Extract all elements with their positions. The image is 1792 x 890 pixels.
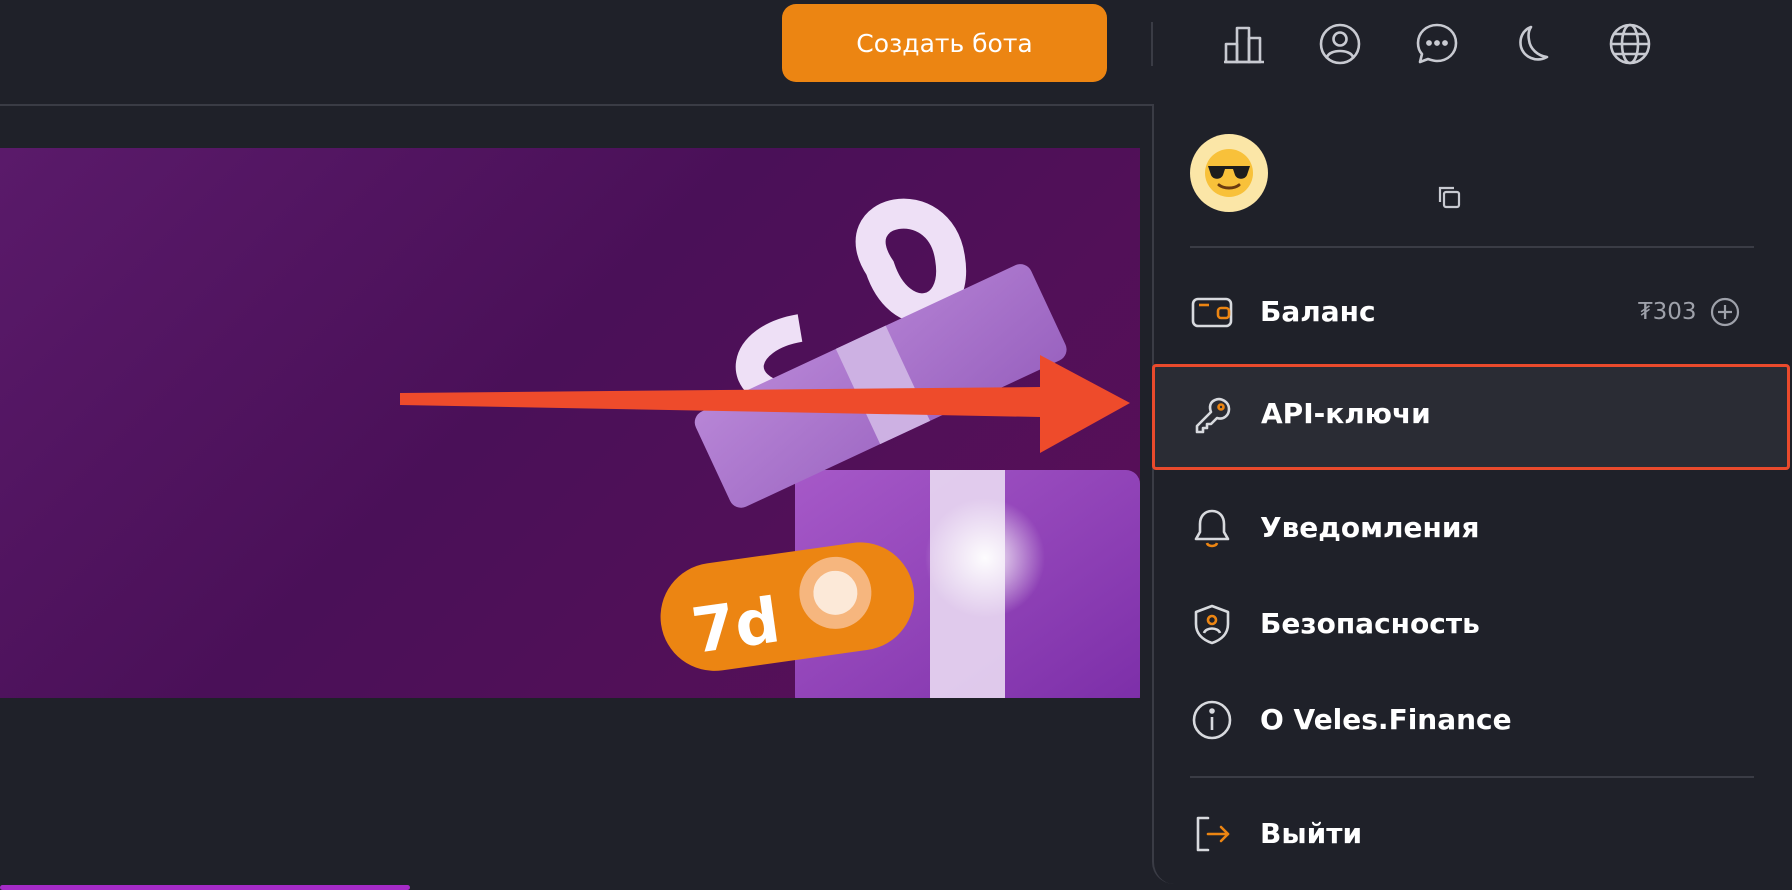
menu-item-about[interactable]: О Veles.Finance <box>1154 674 1786 766</box>
dropdown-divider-bottom <box>1190 776 1754 778</box>
balance-label: Баланс <box>1260 295 1376 328</box>
bell-icon <box>1190 506 1234 550</box>
key-icon <box>1191 394 1235 438</box>
dropdown-divider-top <box>1190 246 1754 248</box>
copy-icon[interactable] <box>1434 182 1464 212</box>
chat-icon[interactable] <box>1415 22 1459 66</box>
add-balance-icon[interactable] <box>1710 297 1740 327</box>
stats-icon[interactable] <box>1222 22 1266 66</box>
menu-item-notifications[interactable]: Уведомления <box>1154 482 1786 574</box>
moon-icon[interactable] <box>1511 22 1555 66</box>
sunglasses-emoji-icon <box>1205 149 1253 197</box>
balance-amount: ₮303 <box>1638 299 1697 325</box>
bottom-accent-strip <box>0 885 410 890</box>
security-label: Безопасность <box>1260 607 1480 640</box>
globe-icon[interactable] <box>1608 22 1652 66</box>
profile-icon[interactable] <box>1318 22 1362 66</box>
profile-dropdown: Баланс ₮303 API-ключи Уведомления Безопа… <box>1152 104 1792 884</box>
annotation-arrow <box>400 355 1130 453</box>
banner-badge-text: 7d <box>687 583 784 667</box>
user-avatar[interactable] <box>1190 134 1268 212</box>
about-label: О Veles.Finance <box>1260 703 1512 736</box>
logout-icon <box>1190 812 1234 856</box>
menu-item-logout[interactable]: Выйти <box>1154 788 1786 880</box>
notifications-label: Уведомления <box>1260 511 1480 544</box>
menu-item-balance[interactable]: Баланс ₮303 <box>1154 266 1786 358</box>
info-icon <box>1190 698 1234 742</box>
logout-label: Выйти <box>1260 817 1363 850</box>
menu-item-api-keys[interactable]: API-ключи <box>1152 364 1790 470</box>
create-bot-button[interactable]: Создать бота <box>782 4 1107 82</box>
api-keys-label: API-ключи <box>1261 397 1431 430</box>
shield-icon <box>1190 602 1234 646</box>
header-divider <box>1151 22 1153 66</box>
top-header: Создать бота <box>0 0 1792 106</box>
wallet-icon <box>1190 290 1234 334</box>
menu-item-security[interactable]: Безопасность <box>1154 578 1786 670</box>
